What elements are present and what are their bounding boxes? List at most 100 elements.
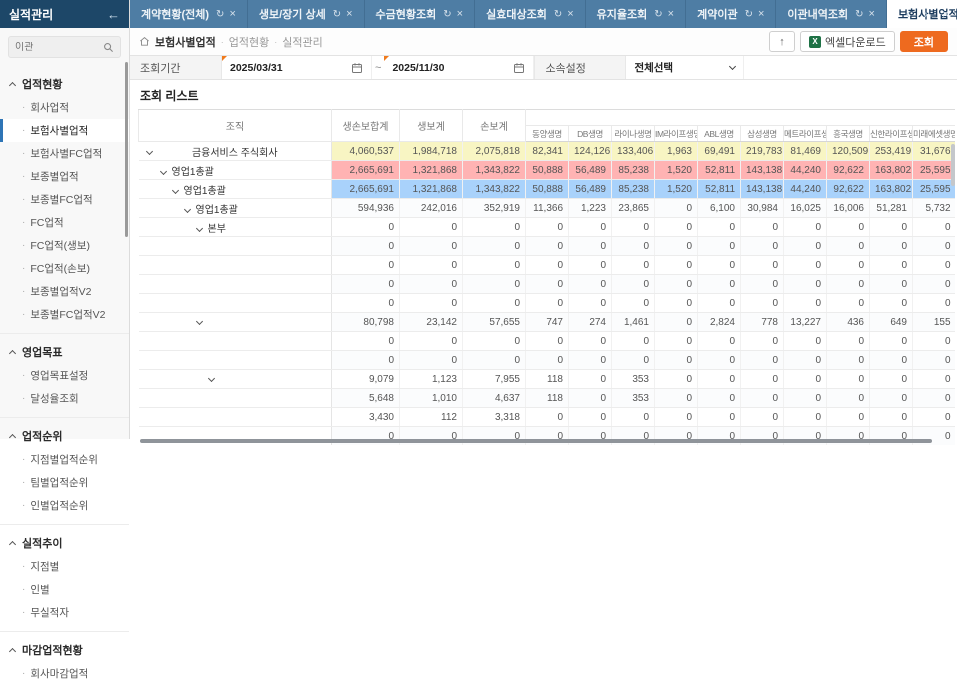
tree-expand-icon[interactable] [195,317,202,324]
value-cell: 0 [569,351,612,370]
main-area: 계약현황(전체)↻×생보/장기 상세↻×수금현황조회↻×실효대상조회↻×유지율조… [130,0,957,439]
tab-close-icon[interactable]: × [457,8,463,20]
breadcrumb-item[interactable]: 보험사별업적 [155,34,216,50]
sidebar-section-header[interactable]: 실적추이 [0,531,129,555]
sidebar-item-지점별업적순위[interactable]: ·지점별업적순위 [0,448,129,471]
sidebar-item-회사업적[interactable]: ·회사업적 [0,96,129,119]
value-cell: 0 [655,256,698,275]
sidebar-item-FC업적(생보)[interactable]: ·FC업적(생보) [0,234,129,257]
tabs-next-icon[interactable]: › [924,7,928,21]
sidebar-section-header[interactable]: 마감업적현황 [0,638,129,662]
sidebar-section-header[interactable]: 영업목표 [0,340,129,364]
tab-refresh-icon[interactable]: ↻ [333,9,341,20]
sidebar-item-팀별업적순위[interactable]: ·팀별업적순위 [0,471,129,494]
sidebar-item-달성율조회[interactable]: ·달성율조회 [0,387,129,410]
value-cell: 0 [526,256,569,275]
date-to-field[interactable]: 2025/11/30 [384,56,534,79]
value-cell: 0 [612,294,655,313]
tab-refresh-icon[interactable]: ↻ [855,9,863,20]
search-submit-button[interactable]: 조회 [900,31,948,52]
sidebar-section-header[interactable]: 업적순위 [0,424,129,448]
sidebar-item-인별[interactable]: ·인별 [0,578,129,601]
sidebar-item-보험사별FC업적[interactable]: ·보험사별FC업적 [0,142,129,165]
org-cell[interactable]: 금융서비스 주식회사 [139,142,332,161]
value-cell: 16,025 [784,199,827,218]
sidebar-item-무실적자[interactable]: ·무실적자 [0,601,129,624]
org-setting-label: 소속설정 [534,56,626,79]
value-cell: 52,811 [698,161,741,180]
tab-close-icon[interactable]: × [346,8,352,20]
value-cell: 11,366 [526,199,569,218]
sidebar-item-FC업적(손보)[interactable]: ·FC업적(손보) [0,257,129,280]
sidebar-item-인별업적순위[interactable]: ·인별업적순위 [0,494,129,517]
tab-유지율조회[interactable]: 유지율조회↻× [586,0,686,28]
collapse-sidebar-icon[interactable]: ← [107,7,120,22]
column-header-company: IM라이프생명 [655,126,698,142]
tabs-prev-icon[interactable]: ‹ [906,7,910,21]
value-cell: 163,802 [870,161,913,180]
tree-expand-icon[interactable] [159,167,166,174]
org-cell[interactable]: 영업1총괄 [139,161,332,180]
tab-수금현황조회[interactable]: 수금현황조회↻× [365,0,476,28]
sidebar-item-보험사별업적[interactable]: ·보험사별업적 [0,119,129,142]
sidebar-item-회사마감업적[interactable]: ·회사마감업적 [0,662,129,685]
org-cell[interactable]: 본부 [139,218,332,237]
tab-계약현황(전체)[interactable]: 계약현황(전체)↻× [130,0,248,28]
sidebar-item-지점별[interactable]: ·지점별 [0,555,129,578]
excel-download-button[interactable]: X 엑셀다운로드 [800,31,895,52]
tab-refresh-icon[interactable]: ↻ [654,9,662,20]
org-cell[interactable] [139,313,332,332]
sidebar-item-label: FC업적(생보) [30,238,90,253]
org-setting-select[interactable]: 전체선택 [626,56,744,79]
value-cell: 0 [698,351,741,370]
value-cell: 0 [784,218,827,237]
tree-expand-icon[interactable] [195,224,202,231]
tab-refresh-icon[interactable]: ↻ [443,9,451,20]
horizontal-scrollbar[interactable] [140,439,932,443]
value-cell: 0 [400,218,463,237]
value-cell: 0 [569,275,612,294]
tab-이관내역조회[interactable]: 이관내역조회↻× [776,0,887,28]
sidebar-item-FC업적[interactable]: ·FC업적 [0,211,129,234]
tree-expand-icon[interactable] [145,148,152,155]
tab-계약이관[interactable]: 계약이관↻× [686,0,776,28]
tab-close-icon[interactable]: × [869,8,875,20]
tree-expand-icon[interactable] [183,205,190,212]
vertical-scrollbar[interactable] [951,144,955,186]
value-cell: 0 [698,294,741,313]
scroll-top-button[interactable]: ↑ [769,31,795,52]
tree-expand-icon[interactable] [207,374,214,381]
sidebar-item-영업목표설정[interactable]: ·영업목표설정 [0,364,129,387]
value-cell: 0 [526,332,569,351]
value-cell: 7,955 [463,370,526,389]
tree-expand-icon[interactable] [171,186,178,193]
org-cell[interactable]: 영업1총괄 [139,180,332,199]
sidebar-scrollbar[interactable] [125,62,128,237]
sidebar-item-보종별업적V2[interactable]: ·보종별업적V2 [0,280,129,303]
column-header-company: ABL생명 [698,126,741,142]
tab-close-icon[interactable]: × [668,8,674,20]
org-cell[interactable]: 영업1총괄 [139,199,332,218]
org-cell [139,408,332,427]
tabs-close-all-icon[interactable]: × [942,7,949,21]
value-cell: 0 [655,294,698,313]
org-cell[interactable] [139,370,332,389]
calendar-icon[interactable] [351,62,363,74]
tab-refresh-icon[interactable]: ↻ [554,9,562,20]
sidebar-section-header[interactable]: 업적현황 [0,72,129,96]
tab-refresh-icon[interactable]: ↻ [745,9,753,20]
tab-close-icon[interactable]: × [758,8,764,20]
sidebar-item-보종별FC업적V2[interactable]: ·보종별FC업적V2 [0,303,129,326]
tab-실효대상조회[interactable]: 실효대상조회↻× [475,0,586,28]
date-from-field[interactable]: 2025/03/31 [222,56,372,79]
tab-refresh-icon[interactable]: ↻ [216,9,224,20]
tab-close-icon[interactable]: × [567,8,573,20]
sidebar-item-보종별FC업적[interactable]: ·보종별FC업적 [0,188,129,211]
tab-close-icon[interactable]: × [229,8,235,20]
tab-생보/장기 상세[interactable]: 생보/장기 상세↻× [248,0,365,28]
bullet-icon: · [22,194,25,205]
sidebar-item-보종별업적[interactable]: ·보종별업적 [0,165,129,188]
calendar-icon[interactable] [513,62,525,74]
search-input[interactable] [15,42,103,53]
column-header-company-group [526,110,956,126]
